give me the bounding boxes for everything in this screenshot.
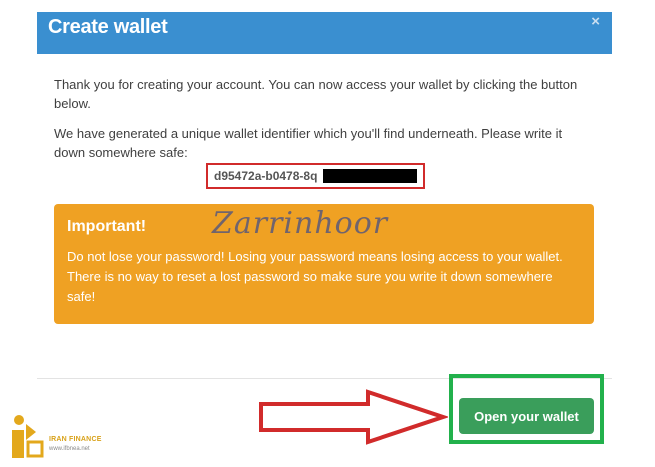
logo-url: www.ifbnea.net (49, 446, 90, 452)
open-wallet-button[interactable]: Open your wallet (459, 398, 594, 434)
brand-logo-icon (12, 415, 44, 458)
close-icon[interactable]: × (591, 13, 600, 30)
watermark-signature: Zarrinhoor (212, 206, 389, 241)
wallet-identifier-box: d95472a-b0478-8q (206, 163, 425, 189)
wallet-identifier: d95472a-b0478-8q (214, 169, 318, 183)
alert-title: Important! (67, 218, 147, 235)
alert-message: Do not lose your password! Losing your p… (67, 249, 563, 304)
identifier-instruction-text: We have generated a unique wallet identi… (54, 126, 563, 160)
intro-text: Thank you for creating your account. You… (54, 77, 578, 111)
logo-tagline: IRAN FINANCE (49, 436, 102, 443)
dialog-title: Create wallet (48, 16, 168, 38)
redaction-bar (323, 169, 417, 183)
site-logo: IRAN FINANCE www.ifbnea.net (6, 410, 126, 462)
red-arrow-icon (259, 389, 448, 445)
important-alert: Important! Zarrinhoor Do not lose your p… (54, 204, 594, 324)
dialog-header: Create wallet × (37, 12, 612, 54)
